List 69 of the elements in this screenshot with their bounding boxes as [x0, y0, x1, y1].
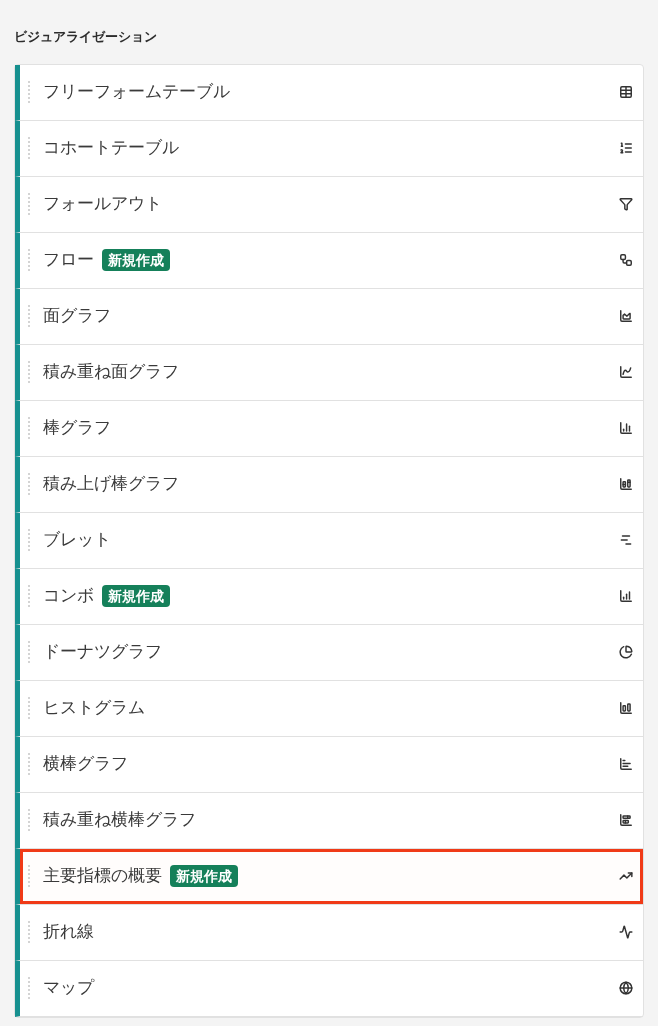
list-item[interactable]: ヒストグラム [15, 680, 643, 737]
item-label: 横棒グラフ [43, 753, 128, 776]
drag-handle-icon[interactable] [28, 305, 31, 327]
item-label: フォールアウト [43, 193, 162, 216]
drag-handle-icon[interactable] [28, 417, 31, 439]
item-label: 積み上げ棒グラフ [43, 473, 179, 496]
drag-handle-icon[interactable] [28, 361, 31, 383]
globe-icon [619, 981, 633, 995]
line-chart-icon [619, 925, 633, 939]
drag-handle-icon[interactable] [28, 921, 31, 943]
item-label: 棒グラフ [43, 417, 111, 440]
table-icon [619, 85, 633, 99]
list-item[interactable]: 主要指標の概要 新規作成 [15, 848, 643, 905]
drag-handle-icon[interactable] [28, 809, 31, 831]
drag-handle-icon[interactable] [28, 81, 31, 103]
bullet-chart-icon [619, 533, 633, 547]
new-badge: 新規作成 [102, 249, 170, 271]
stacked-horizontal-bar-icon [619, 813, 633, 827]
drag-handle-icon[interactable] [28, 529, 31, 551]
list-item[interactable]: 積み上げ棒グラフ [15, 456, 643, 513]
item-label: フリーフォームテーブル [43, 81, 230, 104]
numbered-list-icon [619, 141, 633, 155]
item-label: 折れ線 [43, 921, 94, 944]
area-chart-icon [619, 309, 633, 323]
histogram-icon [619, 701, 633, 715]
funnel-icon [619, 197, 633, 211]
list-item[interactable]: 棒グラフ [15, 400, 643, 457]
drag-handle-icon[interactable] [28, 977, 31, 999]
bar-chart-icon [619, 421, 633, 435]
item-label: 主要指標の概要 [43, 865, 162, 888]
new-badge: 新規作成 [170, 865, 238, 887]
drag-handle-icon[interactable] [28, 641, 31, 663]
item-label: フロー [43, 249, 94, 272]
new-badge: 新規作成 [102, 585, 170, 607]
item-label: ヒストグラム [43, 697, 145, 720]
item-label: ドーナツグラフ [43, 641, 162, 664]
item-label: コンボ [43, 585, 94, 608]
stacked-bar-icon [619, 477, 633, 491]
item-label: コホートテーブル [43, 137, 179, 160]
drag-handle-icon[interactable] [28, 865, 31, 887]
drag-handle-icon[interactable] [28, 585, 31, 607]
list-item[interactable]: 積み重ね面グラフ [15, 344, 643, 401]
horizontal-bar-icon [619, 757, 633, 771]
item-label: 積み重ね面グラフ [43, 361, 179, 384]
item-label: 積み重ね横棒グラフ [43, 809, 196, 832]
list-item[interactable]: マップ [15, 960, 643, 1017]
flow-icon [619, 253, 633, 267]
drag-handle-icon[interactable] [28, 753, 31, 775]
list-item[interactable]: コホートテーブル [15, 120, 643, 177]
combo-chart-icon [619, 589, 633, 603]
list-item[interactable]: フリーフォームテーブル [15, 64, 643, 121]
list-item[interactable]: フォールアウト [15, 176, 643, 233]
item-label: 面グラフ [43, 305, 111, 328]
trend-icon [619, 869, 633, 883]
section-title: ビジュアライゼーション [14, 28, 158, 46]
drag-handle-icon[interactable] [28, 137, 31, 159]
drag-handle-icon[interactable] [28, 697, 31, 719]
list-item[interactable]: 折れ線 [15, 904, 643, 961]
list-item[interactable]: ブレット [15, 512, 643, 569]
item-label: ブレット [43, 529, 111, 552]
drag-handle-icon[interactable] [28, 193, 31, 215]
drag-handle-icon[interactable] [28, 473, 31, 495]
drag-handle-icon[interactable] [28, 249, 31, 271]
list-item[interactable]: ドーナツグラフ [15, 624, 643, 681]
list-item[interactable]: 横棒グラフ [15, 736, 643, 793]
list-item[interactable]: 面グラフ [15, 288, 643, 345]
item-label: マップ [43, 977, 94, 1000]
list-item[interactable]: フロー 新規作成 [15, 232, 643, 289]
list-item[interactable]: コンボ 新規作成 [15, 568, 643, 625]
